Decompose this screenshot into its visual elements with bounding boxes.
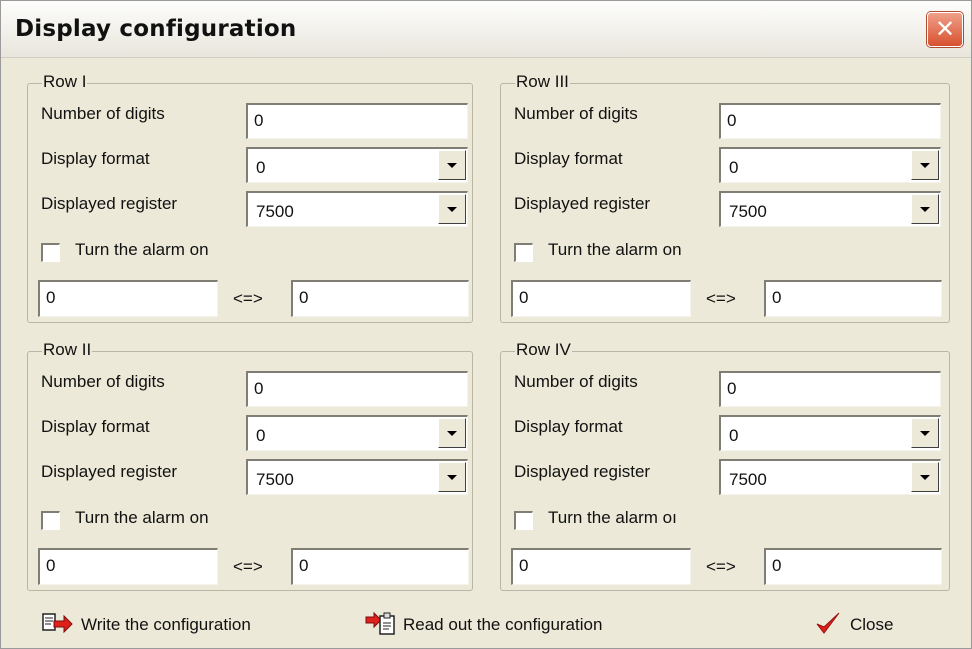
alarm-high-value: 0 [299, 556, 309, 575]
group-row-iv: Row IV Number of digits 0 Display format… [500, 340, 950, 591]
alarm-high-input[interactable]: 0 [291, 280, 469, 317]
group-row-i: Row I Number of digits 0 Display format … [27, 72, 473, 323]
chevron-down-icon[interactable] [911, 150, 939, 180]
alarm-high-value: 0 [772, 288, 782, 307]
compare-symbol: <=> [233, 289, 263, 308]
write-configuration-button[interactable]: Write the configuration [41, 613, 285, 639]
alarm-low-value: 0 [46, 556, 56, 575]
alarm-label: Turn the alarm oı [548, 508, 677, 527]
alarm-low-value: 0 [46, 288, 56, 307]
number-of-digits-input[interactable]: 0 [719, 103, 941, 139]
displayed-register-value: 7500 [729, 470, 767, 489]
alarm-high-input[interactable]: 0 [764, 548, 942, 585]
alarm-low-value: 0 [519, 556, 529, 575]
number-of-digits-input[interactable]: 0 [246, 371, 468, 407]
window-close-button[interactable]: ✕ [927, 12, 963, 47]
number-of-digits-input[interactable]: 0 [246, 103, 468, 139]
display-format-label: Display format [514, 417, 623, 436]
chevron-down-icon[interactable] [911, 462, 939, 492]
displayed-register-select[interactable]: 7500 [719, 191, 941, 227]
display-format-value: 0 [256, 426, 266, 445]
compare-symbol: <=> [706, 557, 736, 576]
chevron-down-icon[interactable] [438, 462, 466, 492]
displayed-register-select[interactable]: 7500 [246, 191, 468, 227]
alarm-high-input[interactable]: 0 [291, 548, 469, 585]
write-configuration-label: Write the configuration [81, 615, 251, 634]
chevron-down-icon[interactable] [911, 194, 939, 224]
compare-symbol: <=> [706, 289, 736, 308]
displayed-register-value: 7500 [729, 202, 767, 221]
displayed-register-value: 7500 [256, 202, 294, 221]
number-of-digits-value: 0 [254, 111, 264, 130]
alarm-checkbox[interactable] [41, 511, 60, 530]
group-legend: Row II [42, 340, 93, 360]
number-of-digits-label: Number of digits [41, 372, 165, 391]
alarm-low-input[interactable]: 0 [38, 280, 218, 317]
read-configuration-button[interactable]: Read out the configuration [365, 611, 645, 639]
group-row-iii: Row III Number of digits 0 Display forma… [500, 72, 950, 323]
number-of-digits-value: 0 [727, 111, 737, 130]
group-row-ii: Row II Number of digits 0 Display format… [27, 340, 473, 591]
read-config-icon [365, 611, 395, 635]
display-format-label: Display format [41, 417, 150, 436]
group-legend: Row I [42, 72, 88, 92]
display-format-select[interactable]: 0 [246, 147, 468, 183]
write-config-icon [42, 613, 73, 634]
alarm-checkbox[interactable] [514, 511, 533, 530]
chevron-down-icon[interactable] [438, 194, 466, 224]
chevron-down-icon[interactable] [438, 418, 466, 448]
alarm-label: Turn the alarm on [75, 240, 209, 259]
number-of-digits-value: 0 [727, 379, 737, 398]
dialog-window: Display configuration ✕ Row I Number of … [0, 0, 972, 649]
chevron-down-icon[interactable] [438, 150, 466, 180]
alarm-low-input[interactable]: 0 [38, 548, 218, 585]
display-format-label: Display format [514, 149, 623, 168]
alarm-checkbox[interactable] [41, 243, 60, 262]
alarm-high-input[interactable]: 0 [764, 280, 942, 317]
display-format-label: Display format [41, 149, 150, 168]
displayed-register-select[interactable]: 7500 [719, 459, 941, 495]
title-bar: Display configuration ✕ [1, 1, 971, 58]
display-format-value: 0 [729, 426, 739, 445]
displayed-register-label: Displayed register [41, 194, 178, 213]
displayed-register-value: 7500 [256, 470, 294, 489]
number-of-digits-label: Number of digits [514, 104, 638, 123]
alarm-label: Turn the alarm on [75, 508, 209, 527]
alarm-low-input[interactable]: 0 [511, 280, 691, 317]
read-configuration-label: Read out the configuration [403, 615, 603, 634]
displayed-register-select[interactable]: 7500 [246, 459, 468, 495]
alarm-checkbox[interactable] [514, 243, 533, 262]
display-format-select[interactable]: 0 [246, 415, 468, 451]
close-button[interactable]: Close [814, 612, 914, 639]
alarm-high-value: 0 [299, 288, 309, 307]
number-of-digits-input[interactable]: 0 [719, 371, 941, 407]
display-format-value: 0 [729, 158, 739, 177]
alarm-low-value: 0 [519, 288, 529, 307]
compare-symbol: <=> [233, 557, 263, 576]
displayed-register-label: Displayed register [41, 462, 178, 481]
chevron-down-icon[interactable] [911, 418, 939, 448]
window-title: Display configuration [15, 16, 297, 42]
display-format-value: 0 [256, 158, 266, 177]
group-legend: Row III [515, 72, 570, 92]
displayed-register-label: Displayed register [514, 462, 651, 481]
checkmark-icon [816, 612, 840, 634]
close-label: Close [850, 615, 894, 634]
group-legend: Row IV [515, 340, 572, 360]
number-of-digits-label: Number of digits [514, 372, 638, 391]
displayed-register-label: Displayed register [514, 194, 651, 213]
number-of-digits-value: 0 [254, 379, 264, 398]
alarm-low-input[interactable]: 0 [511, 548, 691, 585]
alarm-high-value: 0 [772, 556, 782, 575]
display-format-select[interactable]: 0 [719, 147, 941, 183]
alarm-label: Turn the alarm on [548, 240, 682, 259]
number-of-digits-label: Number of digits [41, 104, 165, 123]
display-format-select[interactable]: 0 [719, 415, 941, 451]
